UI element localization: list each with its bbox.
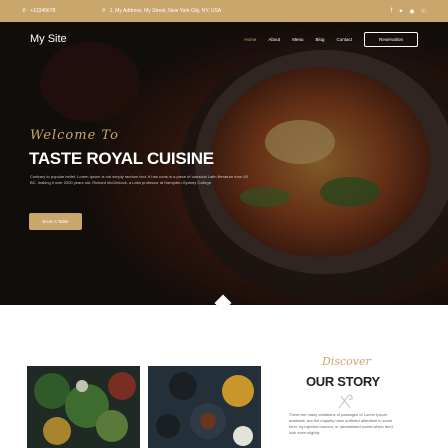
story-kicker: Discover	[322, 355, 371, 368]
story-title: OUR STORY	[306, 374, 380, 389]
nav-item-about[interactable]: About	[268, 37, 280, 42]
hero-title: TASTE ROYAL CUISINE	[29, 149, 214, 168]
nav-item-menu[interactable]: Menu	[292, 37, 303, 42]
story-photo-dishes	[148, 366, 261, 448]
nav-item-home[interactable]: Home	[244, 37, 256, 42]
nav-item-blog[interactable]: Blog	[315, 37, 324, 42]
story-text: There are many variations of passages of…	[289, 412, 394, 435]
twitter-icon[interactable]: ✦	[398, 8, 403, 15]
instagram-icon[interactable]: ◉	[409, 8, 414, 15]
utensils-icon	[338, 394, 353, 409]
phone-info[interactable]: ✆ +12345678	[22, 8, 102, 14]
address-info: ⚲ 1, My Address, My Street, New York Cit…	[102, 8, 242, 14]
location-pin-icon: ⚲	[102, 8, 106, 14]
hero-welcome: Welcome To	[30, 128, 119, 143]
top-bar: ✆ +12345678 ⚲ 1, My Address, My Street, …	[0, 0, 448, 22]
nav-item-contact[interactable]: Contact	[336, 37, 352, 42]
reservation-button[interactable]: Reservation	[363, 31, 418, 47]
hero-description: Contrary to popular belief, Lorem Ipsum …	[30, 174, 248, 185]
site-brand[interactable]: My Site	[30, 33, 67, 45]
social-links: f ✦ ◉ ☉	[391, 8, 426, 15]
book-table-button[interactable]: Book A Table	[29, 213, 82, 230]
pinterest-icon[interactable]: ☉	[421, 8, 426, 15]
story-photo-herbs	[27, 366, 140, 448]
address-text: 1, My Address, My Street, New York City,…	[109, 8, 222, 14]
facebook-icon[interactable]: f	[391, 8, 393, 15]
phone-number: +12345678	[30, 8, 56, 14]
main-nav: My Site Home About Menu Blog Contact Res…	[0, 28, 448, 50]
nav-menu: Home About Menu Blog Contact Reservation	[244, 31, 418, 47]
phone-icon: ✆	[22, 8, 27, 14]
